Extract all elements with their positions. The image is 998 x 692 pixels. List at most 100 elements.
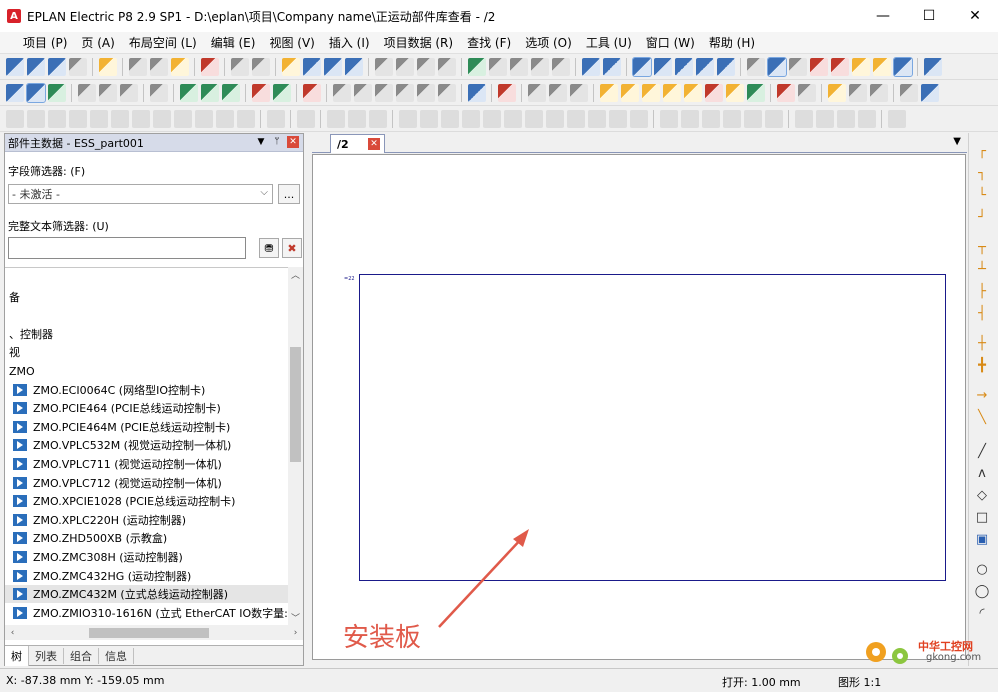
scroll-down-icon[interactable]: ﹀ [288,610,303,625]
tree-item[interactable]: 、控制器 [5,325,288,343]
scroll-up-icon[interactable]: ︿ [288,267,303,282]
toolbar-button-icon[interactable] [68,57,87,76]
toolbar-button-icon[interactable] [395,57,414,76]
toolbar-button-icon[interactable] [347,109,366,128]
toolbar-button-icon[interactable] [581,57,600,76]
toolbar-button-icon[interactable] [683,83,702,102]
toolbar-button-icon[interactable] [89,109,108,128]
toolbar-button-icon[interactable] [662,83,681,102]
toolbar-button-icon[interactable] [680,109,699,128]
scroll-right-icon[interactable]: › [288,625,303,640]
toolbar-button-icon[interactable] [374,57,393,76]
toolbar-button-icon[interactable] [5,57,24,76]
toolbar-button-icon[interactable] [815,109,834,128]
polygon-icon[interactable]: ◇ [973,487,991,503]
toolbar-button-icon[interactable] [746,57,765,76]
toolbar-button-icon[interactable] [416,57,435,76]
toolbar-button-icon[interactable] [530,57,549,76]
toolbar-button-icon[interactable] [326,109,345,128]
tree-item[interactable]: ZMO.ZMC432M (立式总线运动控制器) [5,585,288,604]
tree-item[interactable] [5,306,288,324]
toolbar-button-icon[interactable] [488,57,507,76]
clear-filter-icon[interactable]: ✖ [282,238,302,258]
toolbar-button-icon[interactable] [524,109,543,128]
toolbar-button-icon[interactable] [128,57,147,76]
toolbar-button-icon[interactable] [788,57,807,76]
toolbar-button-icon[interactable] [776,83,795,102]
tree-item[interactable] [5,269,288,287]
tee-down-icon[interactable]: ┬ [973,239,991,255]
toolbar-button-icon[interactable] [374,83,393,102]
toolbar-button-icon[interactable] [98,83,117,102]
tree-item[interactable]: ZMO.VPLC712 (视觉运动控制一体机) [5,474,288,492]
drawing-canvas[interactable]: =22 安装板 [312,154,966,660]
toolbar-button-icon[interactable] [281,57,300,76]
toolbar-button-icon[interactable] [149,57,168,76]
tree-item[interactable]: ZMO.ZHD500XB (示教盒) [5,529,288,547]
toolbar-button-icon[interactable] [725,83,744,102]
tree-item[interactable]: 视 [5,343,288,361]
toolbar-button-icon[interactable] [836,109,855,128]
close-window-button[interactable]: ✕ [952,0,998,32]
menu-item[interactable]: 布局空间 (L) [122,34,204,51]
toolbar-button-icon[interactable] [110,109,129,128]
toolbar-button-icon[interactable] [47,57,66,76]
toolbar-button-icon[interactable] [47,109,66,128]
toolbar-button-icon[interactable] [545,109,564,128]
toolbar-button-icon[interactable] [221,83,240,102]
tree-horizontal-scrollbar[interactable]: ‹ › [5,625,303,640]
tree-item[interactable]: ZMO.ZMC308H (运动控制器) [5,548,288,566]
toolbar-button-icon[interactable] [25,82,46,103]
menu-item[interactable]: 项目 (P) [16,34,74,51]
corner-bottom-right-icon[interactable]: ┘ [973,209,991,225]
toolbar-button-icon[interactable] [5,83,24,102]
toolbar-button-icon[interactable] [551,57,570,76]
toolbar-button-icon[interactable] [5,109,24,128]
toolbar-button-icon[interactable] [200,83,219,102]
toolbar-button-icon[interactable] [809,57,828,76]
toolbar-button-icon[interactable] [608,109,627,128]
ellipse-icon[interactable]: ◯ [973,583,991,599]
line-icon[interactable]: ╱ [973,443,991,459]
scroll-left-icon[interactable]: ‹ [5,625,20,640]
tree-item[interactable]: ZMO.ZMIO310-1616N (立式 EtherCAT IO数字量: [5,604,288,622]
panel-tab[interactable]: 组合 [64,647,99,664]
toolbar-button-icon[interactable] [215,109,234,128]
polyline-icon[interactable]: ʌ [973,465,991,481]
toolbar-button-icon[interactable] [302,83,321,102]
panel-tab[interactable]: 信息 [99,647,134,664]
tee-right-icon[interactable]: ├ [973,283,991,299]
toolbar-button-icon[interactable] [482,109,501,128]
toolbar-button-icon[interactable] [68,109,87,128]
toolbar-button-icon[interactable] [179,83,198,102]
toolbar-button-icon[interactable] [353,83,372,102]
field-filter-select[interactable]: - 未激活 - ⌵ [8,184,273,204]
toolbar-button-icon[interactable] [503,109,522,128]
toolbar-button-icon[interactable] [26,57,45,76]
vertical-scroll-thumb[interactable] [290,347,301,462]
tree-item[interactable]: ZMO.PCIE464 (PCIE总线运动控制卡) [5,399,288,417]
toolbar-button-icon[interactable] [416,83,435,102]
toolbar-button-icon[interactable] [509,57,528,76]
toolbar-button-icon[interactable] [437,83,456,102]
tree-item[interactable]: 备 [5,288,288,306]
menu-item[interactable]: 查找 (F) [460,34,518,51]
maximize-button[interactable]: ☐ [906,0,952,32]
toolbar-button-icon[interactable] [716,57,735,76]
toolbar-button-icon[interactable] [587,109,606,128]
corner-top-left-icon[interactable]: ┌ [973,143,991,159]
toolbar-button-icon[interactable] [872,57,891,76]
toolbar-button-icon[interactable] [170,57,189,76]
tee-left-icon[interactable]: ┤ [973,305,991,321]
toolbar-button-icon[interactable] [77,83,96,102]
menu-item[interactable]: 帮助 (H) [702,34,762,51]
interruption-point-icon[interactable]: → [973,387,991,403]
menu-item[interactable]: 插入 (I) [322,34,377,51]
tree-item[interactable]: ZMO.VPLC532M (视觉运动控制一体机) [5,436,288,454]
toolbar-button-icon[interactable] [566,109,585,128]
toolbar-button-icon[interactable] [296,109,315,128]
toolbar-button-icon[interactable] [722,109,741,128]
toolbar-button-icon[interactable] [851,57,870,76]
menu-item[interactable]: 工具 (U) [579,34,639,51]
toolbar-button-icon[interactable] [251,83,270,102]
